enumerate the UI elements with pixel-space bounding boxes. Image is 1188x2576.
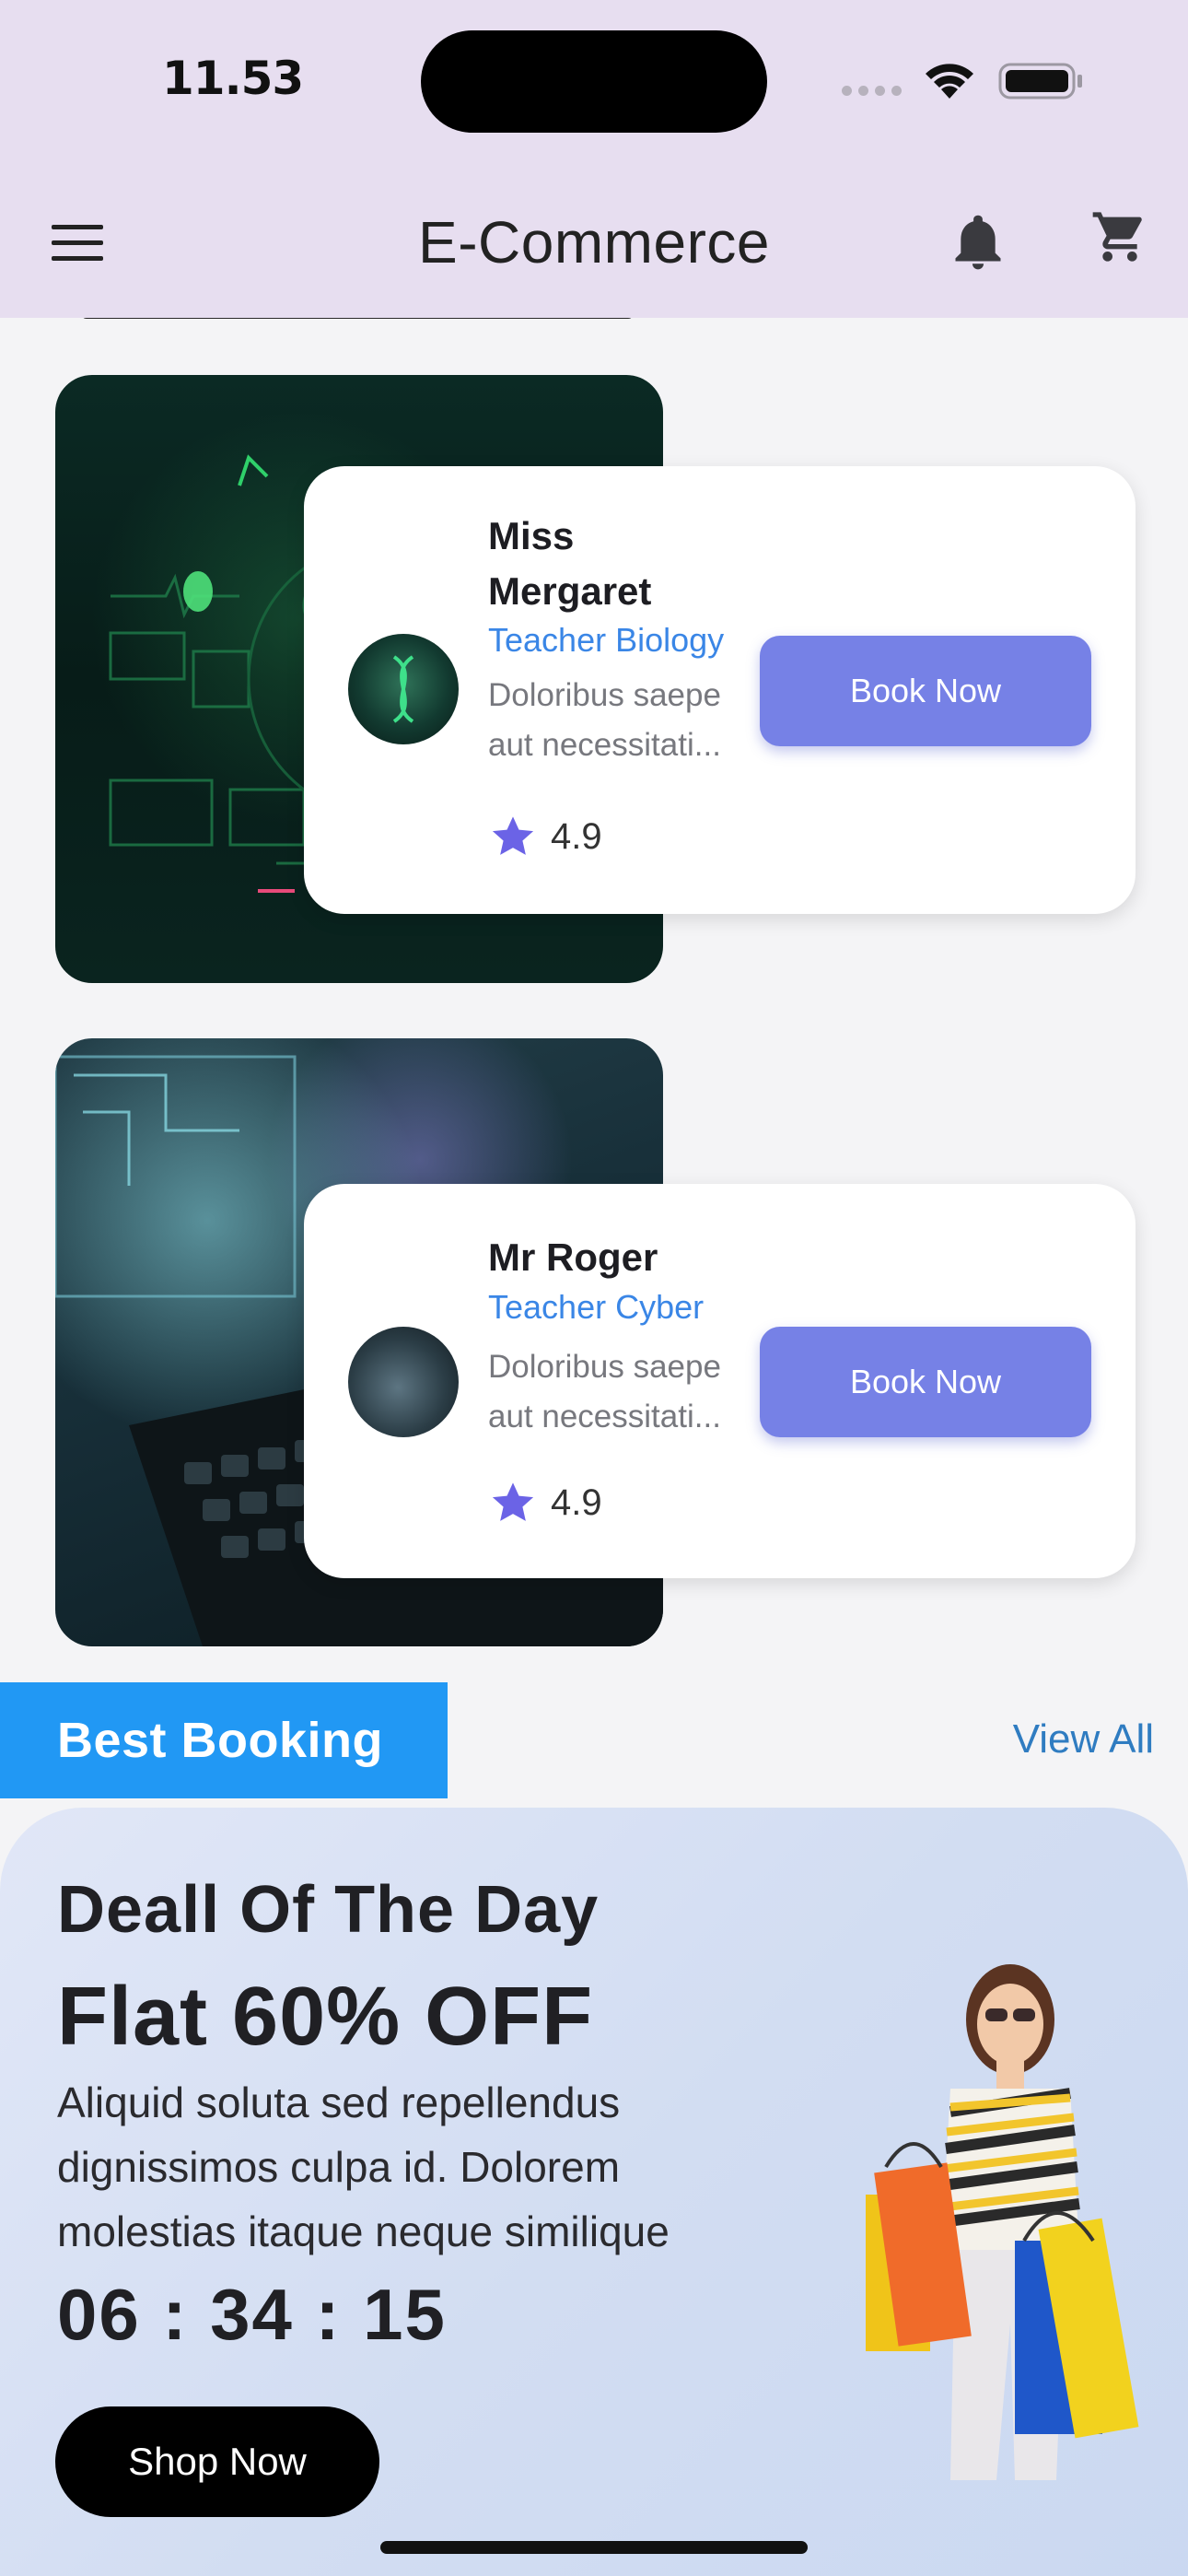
- teacher-description: Doloribus saepe aut necessitati...: [488, 1342, 757, 1442]
- book-now-button[interactable]: Book Now: [760, 636, 1091, 746]
- bell-icon[interactable]: [952, 210, 1004, 273]
- teacher-name-line: Miss: [488, 514, 575, 557]
- teacher-name: Mr Roger: [488, 1230, 728, 1285]
- teacher-name: Miss Mergaret: [488, 509, 728, 619]
- dynamic-island: [421, 30, 767, 133]
- book-now-button[interactable]: Book Now: [760, 1327, 1091, 1437]
- deal-discount: Flat 60% OFF: [57, 1971, 594, 2063]
- teacher-role: Teacher Biology: [488, 621, 725, 659]
- status-time: 11.53: [162, 52, 304, 105]
- deal-description: Aliquid soluta sed repellendus dignissim…: [57, 2070, 812, 2264]
- section-title: Best Booking: [0, 1682, 448, 1798]
- description-line: molestias itaque neque similique: [57, 2207, 670, 2255]
- teacher-card[interactable]: Miss Mergaret Teacher Biology Doloribus …: [304, 466, 1136, 914]
- star-icon: [492, 816, 534, 855]
- rating: 4.9: [488, 1479, 602, 1527]
- star-icon: [492, 1482, 534, 1521]
- deal-banner[interactable]: Deall Of The Day Flat 60% OFF Aliquid so…: [0, 1808, 1188, 2576]
- shopping-woman-illustration: [866, 1964, 1139, 2480]
- description-line: dignissimos culpa id. Dolorem: [57, 2143, 621, 2191]
- app-bar: 11.53 E-Commerce: [0, 0, 1188, 318]
- home-indicator[interactable]: [380, 2541, 808, 2554]
- view-all-link[interactable]: View All: [1013, 1716, 1154, 1762]
- rating-value: 4.9: [551, 815, 602, 857]
- avatar: [348, 1327, 459, 1437]
- battery-icon: [998, 63, 1082, 100]
- description-line: aut necessitati...: [488, 727, 721, 763]
- teacher-description: Doloribus saepe aut necessitati...: [488, 671, 757, 770]
- description-line: Doloribus saepe: [488, 1349, 721, 1385]
- description-line: Doloribus saepe: [488, 677, 721, 713]
- description-line: Aliquid soluta sed repellendus: [57, 2078, 621, 2126]
- teacher-name-line: Mr Roger: [488, 1235, 658, 1279]
- rating-value: 4.9: [551, 1481, 602, 1523]
- teacher-card[interactable]: Mr Roger Teacher Cyber Doloribus saepe a…: [304, 1184, 1136, 1578]
- wifi-icon: [926, 64, 973, 99]
- teacher-name-line: Mergaret: [488, 569, 652, 613]
- avatar: [348, 634, 459, 744]
- rating: 4.9: [488, 813, 602, 861]
- deal-title: Deall Of The Day: [57, 1873, 600, 1947]
- shop-now-button[interactable]: Shop Now: [55, 2406, 379, 2517]
- description-line: aut necessitati...: [488, 1399, 721, 1434]
- cart-icon[interactable]: [1090, 206, 1149, 267]
- dna-icon: [392, 655, 414, 723]
- countdown-timer: 06 : 34 : 15: [57, 2274, 447, 2355]
- teacher-role: Teacher Cyber: [488, 1288, 705, 1326]
- app-title: E-Commerce: [418, 209, 770, 275]
